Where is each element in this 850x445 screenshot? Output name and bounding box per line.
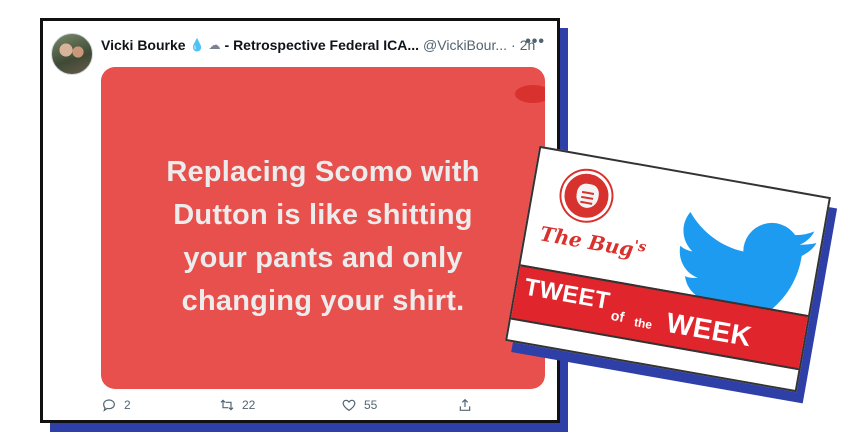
banner-the: the bbox=[633, 315, 654, 332]
separator-dot: · bbox=[511, 37, 516, 53]
share-button[interactable] bbox=[457, 397, 473, 413]
media-caption-line: changing your shirt. bbox=[181, 285, 465, 317]
banner-of: of bbox=[609, 306, 626, 326]
reply-button[interactable]: 2 bbox=[101, 397, 131, 413]
tweet-header: Vicki Bourke 💧 ☁ - Retrospective Federal… bbox=[101, 35, 545, 55]
reply-count: 2 bbox=[124, 398, 131, 412]
like-button[interactable]: 55 bbox=[341, 397, 377, 413]
media-caption-line: Dutton is like shitting bbox=[173, 199, 473, 231]
display-name[interactable]: Vicki Bourke bbox=[101, 37, 186, 53]
like-count: 55 bbox=[364, 398, 378, 412]
avatar[interactable] bbox=[51, 33, 93, 75]
retweet-button[interactable]: 22 bbox=[219, 397, 255, 413]
reply-icon bbox=[103, 399, 115, 412]
more-icon[interactable]: ••• bbox=[525, 33, 545, 51]
display-name-suffix[interactable]: - Retrospective Federal ICA... bbox=[225, 37, 420, 53]
badge-title: The Bug's bbox=[538, 221, 648, 262]
cloud-emoji-icon: ☁ bbox=[208, 38, 221, 52]
tweet-media-image[interactable]: Replacing Scomo with Dutton is like shit… bbox=[101, 67, 545, 389]
media-caption-line: Replacing Scomo with bbox=[166, 156, 480, 188]
tweet-actions: 2 22 55 bbox=[101, 397, 545, 417]
share-icon bbox=[459, 398, 471, 411]
banner-week: WEEK bbox=[664, 306, 755, 353]
droplet-emoji-icon: 💧 bbox=[189, 38, 205, 52]
media-caption: Replacing Scomo with Dutton is like shit… bbox=[101, 151, 545, 323]
media-decoration bbox=[515, 85, 545, 103]
media-caption-line: your pants and only bbox=[183, 242, 463, 274]
banner-tweet: TWEET bbox=[522, 273, 613, 316]
retweet-icon bbox=[220, 399, 234, 411]
bug-logo-icon bbox=[557, 166, 616, 225]
heart-icon bbox=[342, 399, 356, 412]
tweet-of-the-week-badge: The Bug's TWEET of the WEEK bbox=[505, 145, 838, 404]
retweet-count: 22 bbox=[242, 398, 256, 412]
tweet-card[interactable]: Vicki Bourke 💧 ☁ - Retrospective Federal… bbox=[40, 18, 560, 423]
user-handle[interactable]: @VickiBour... bbox=[423, 37, 507, 53]
